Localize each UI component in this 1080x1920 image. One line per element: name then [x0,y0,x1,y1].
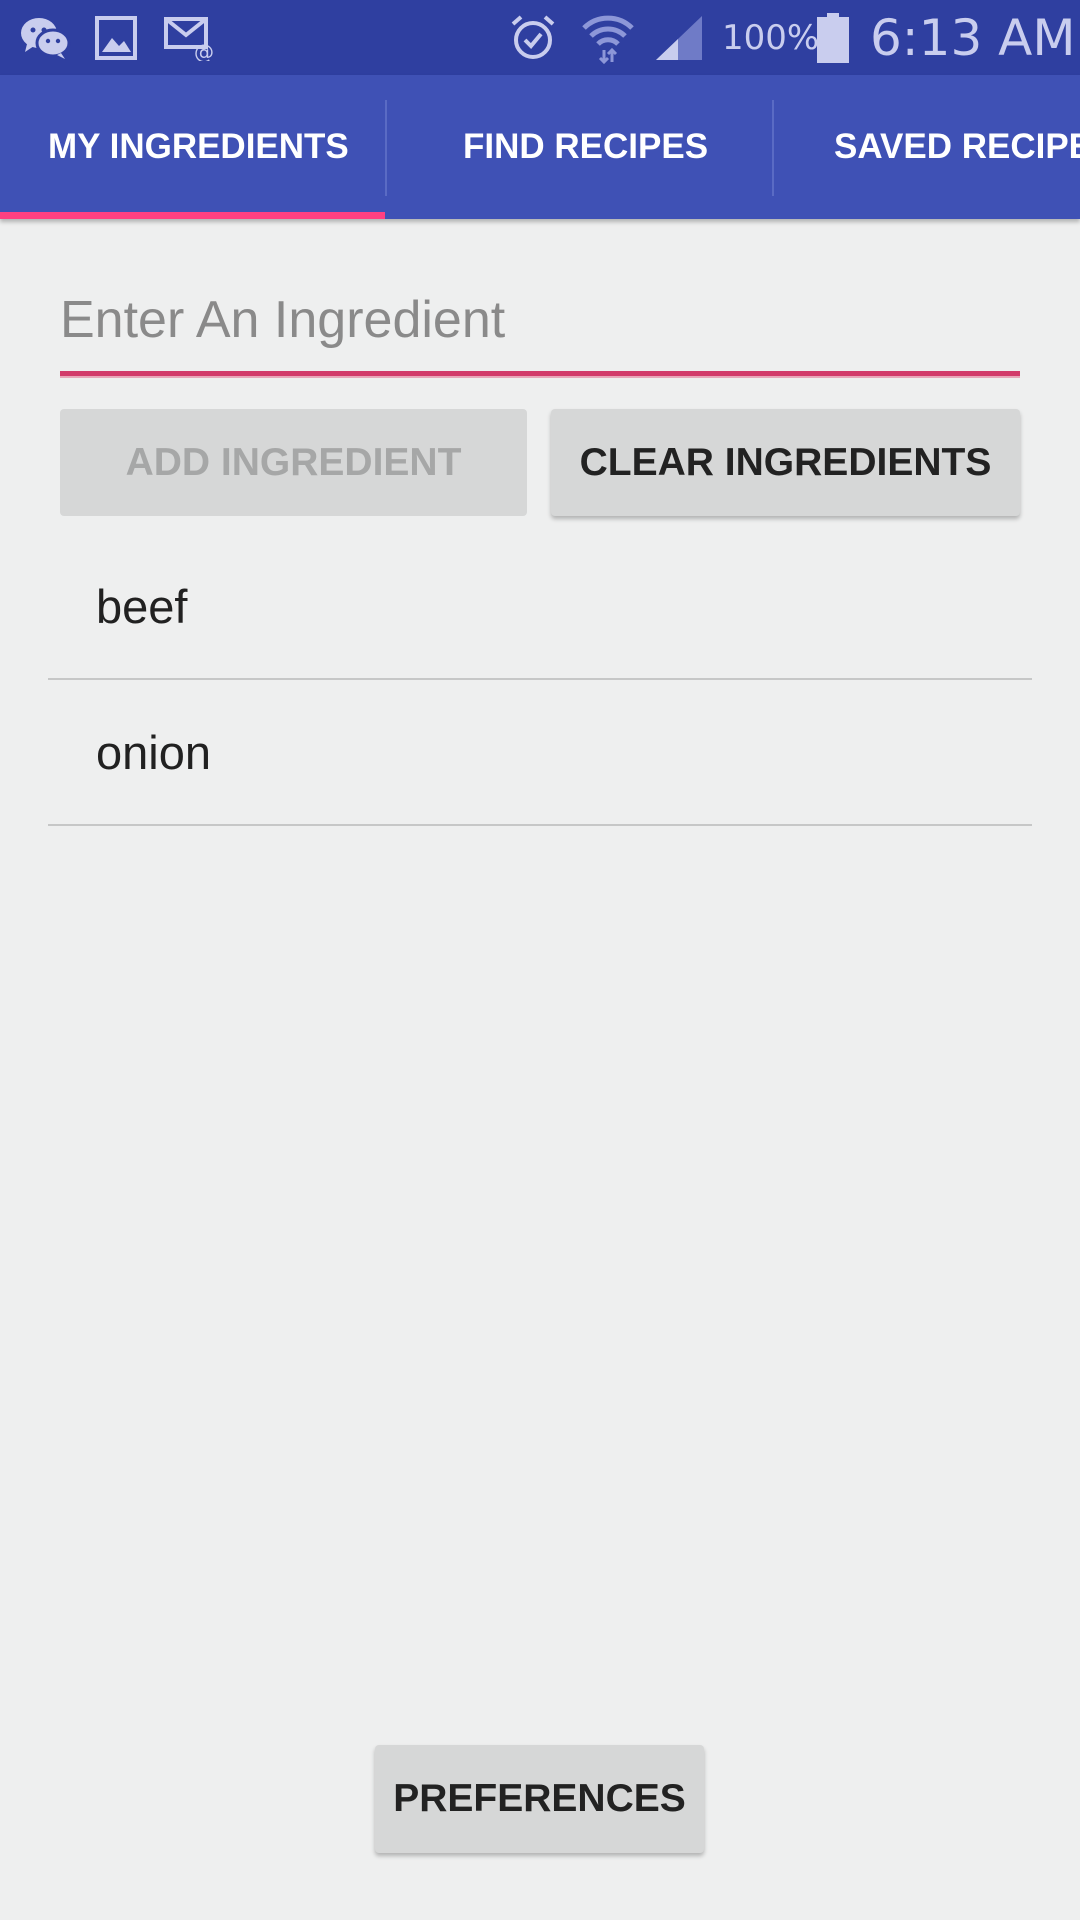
gallery-icon [94,12,138,64]
tab-my-ingredients[interactable]: MY INGREDIENTS [48,75,349,219]
svg-text:@: @ [194,40,214,61]
list-item-label: beef [96,579,188,633]
battery-icon [816,12,850,64]
add-ingredient-button[interactable]: ADD INGREDIENT [60,409,527,516]
status-bar: @ 100% 6:13 AM [0,0,1080,75]
ingredient-input[interactable] [60,275,1020,365]
alarm-icon [508,12,558,64]
tab-divider [385,100,387,196]
input-underline [60,371,1020,376]
preferences-button[interactable]: PREFERENCES [375,1745,704,1853]
tab-divider [772,100,774,196]
selected-tab-indicator [0,212,385,219]
list-item[interactable]: beef [48,534,1032,680]
email-icon: @ [164,12,216,64]
signal-icon [654,12,704,64]
tab-bar: MY INGREDIENTS FIND RECIPES SAVED RECIPE… [0,75,1080,219]
tab-saved-recipes[interactable]: SAVED RECIPES [834,75,1080,219]
wifi-icon [580,12,636,64]
list-item[interactable]: onion [48,680,1032,826]
wechat-icon [18,12,72,64]
clock: 6:13 AM [870,8,1076,67]
tab-find-recipes[interactable]: FIND RECIPES [463,75,708,219]
battery-percent: 100% [722,17,820,58]
list-item-label: onion [96,725,211,779]
clear-ingredients-button[interactable]: CLEAR INGREDIENTS [551,409,1020,516]
